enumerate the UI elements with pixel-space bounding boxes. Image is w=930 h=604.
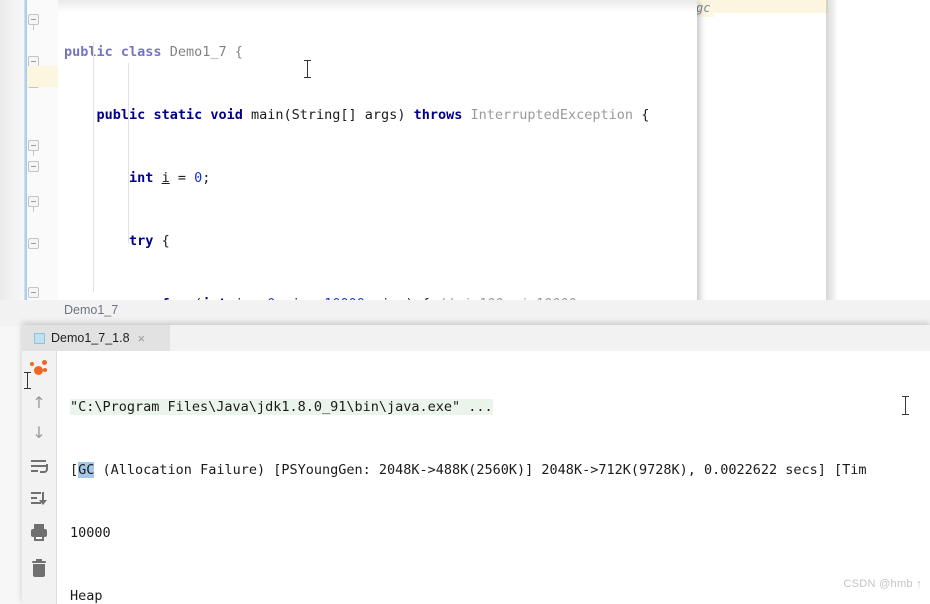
watermark: CSDN @hmb ↑ (843, 578, 922, 590)
fold-marker[interactable] (28, 14, 39, 30)
indent-guide (93, 42, 94, 292)
soft-wrap-button[interactable] (29, 456, 49, 476)
console-command-line: "C:\Program Files\Java\jdk1.8.0_91\bin\j… (57, 397, 930, 418)
console-tab-bar[interactable]: Demo1_7_1.8 × (22, 325, 930, 352)
fold-marker[interactable] (28, 140, 39, 156)
fold-marker[interactable] (28, 287, 39, 298)
arrow-down-icon: ↓ (32, 423, 46, 442)
background-tab-label: Demo1_7 (64, 303, 119, 317)
gc-line-rest: (Allocation Failure) [PSYoungGen: 2048K-… (94, 462, 867, 478)
fold-marker[interactable] (28, 238, 39, 249)
console-tab[interactable]: Demo1_7_1.8 × (22, 325, 170, 351)
code-line: public static void main(String[] args) t… (96, 107, 650, 123)
console-line: [GC (Allocation Failure) [PSYoungGen: 20… (57, 460, 930, 481)
document-icon (34, 332, 45, 344)
fold-marker[interactable] (28, 161, 39, 172)
console-line: 10000 (70, 525, 111, 541)
background-gc-text: gc (694, 0, 715, 17)
close-icon[interactable]: × (138, 331, 146, 346)
scroll-to-end-button[interactable] (29, 489, 49, 509)
console-output[interactable]: "C:\Program Files\Java\jdk1.8.0_91\bin\j… (57, 351, 930, 604)
gc-line-prefix: [ (70, 462, 79, 478)
gc-selected-token: GC (78, 462, 95, 478)
background-panel-body (690, 13, 830, 303)
code-text[interactable]: public class Demo1_7 { public static voi… (58, 0, 697, 312)
indent-guide (128, 63, 129, 243)
arrow-up-icon: ↑ (32, 393, 46, 412)
code-line: public class Demo1_7 { (64, 44, 243, 60)
background-panel-shadow (826, 0, 838, 305)
run-console-window[interactable]: Demo1_7_1.8 × ↑ ↓ "C:\Program Files\Java… (22, 325, 930, 604)
command-text: "C:\Program Files\Java\jdk1.8.0_91\bin\j… (70, 399, 493, 415)
scroll-up-button[interactable]: ↑ (29, 393, 49, 413)
fold-marker[interactable] (28, 196, 39, 212)
code-line: try { (129, 233, 170, 249)
gutter-gradient (0, 0, 24, 312)
code-editor-window[interactable]: public class Demo1_7 { public static voi… (0, 0, 697, 312)
console-tab-label: Demo1_7_1.8 (51, 331, 130, 345)
print-button[interactable] (29, 523, 49, 543)
clear-all-button[interactable] (29, 559, 49, 579)
background-tab-strip (0, 300, 930, 326)
scroll-down-button[interactable]: ↓ (29, 423, 49, 443)
mouse-text-cursor (902, 396, 909, 415)
gutter-edge-line (24, 0, 27, 312)
app-root: gc public class Demo1_7 { public static … (0, 0, 930, 604)
editor-gutter[interactable] (0, 0, 58, 312)
text-cursor (304, 60, 311, 78)
rerun-gc-button[interactable] (29, 359, 49, 379)
console-line: Heap (70, 588, 103, 604)
console-text-cursor (24, 372, 31, 389)
code-line: int i = 0; (129, 170, 211, 186)
